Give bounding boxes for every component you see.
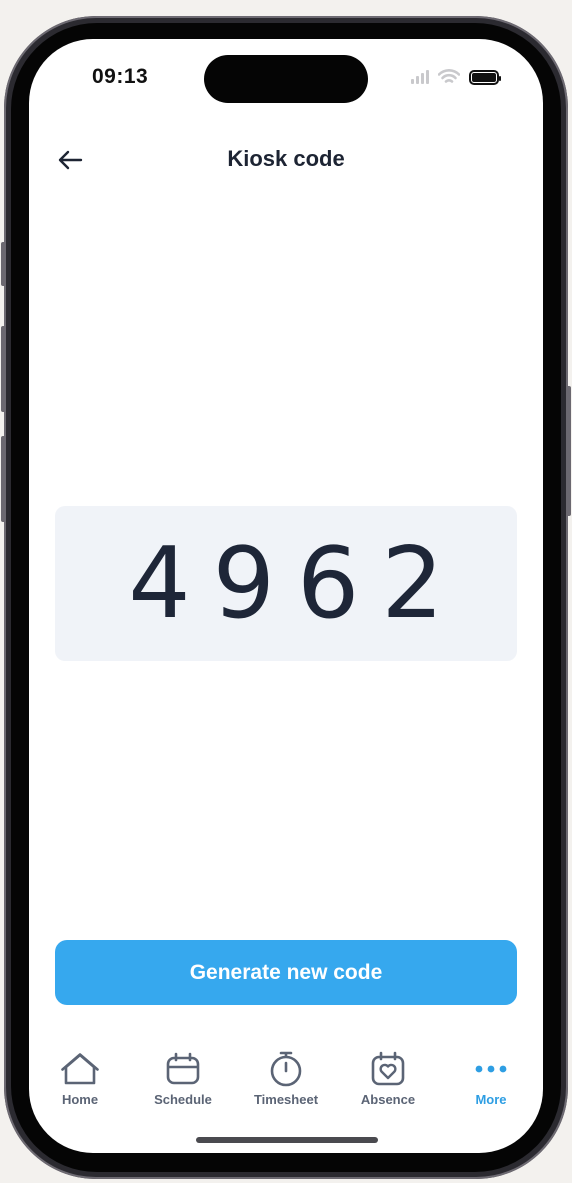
more-dots-icon — [475, 1065, 507, 1073]
wifi-icon — [438, 69, 460, 83]
tab-timesheet[interactable]: Timesheet — [236, 1049, 336, 1107]
tab-more[interactable]: More — [441, 1049, 541, 1107]
kiosk-code-panel: 4962 — [55, 506, 517, 661]
volume-down-button — [1, 436, 6, 522]
tab-absence-label: Absence — [360, 1092, 416, 1107]
bottom-tab-bar: Home Schedule Timesheet Absence More — [29, 1049, 543, 1119]
tab-more-label: More — [475, 1092, 507, 1107]
dynamic-island — [204, 55, 368, 103]
calendar-heart-icon — [371, 1051, 405, 1086]
kiosk-code: 4962 — [128, 526, 466, 641]
home-icon — [61, 1053, 99, 1085]
page-title: Kiosk code — [227, 146, 345, 171]
tab-schedule[interactable]: Schedule — [133, 1049, 233, 1107]
status-icons — [411, 69, 501, 85]
tab-timesheet-label: Timesheet — [253, 1092, 319, 1107]
battery-icon — [469, 69, 501, 85]
action-button — [1, 242, 6, 286]
calendar-icon — [166, 1052, 200, 1085]
tab-home[interactable]: Home — [30, 1049, 130, 1107]
cellular-signal-icon — [411, 70, 429, 84]
app-screen: 09:13 Kiosk code 4962 Generate new code — [29, 39, 543, 1153]
tab-absence[interactable]: Absence — [338, 1049, 438, 1107]
generate-new-code-button[interactable]: Generate new code — [55, 940, 517, 1005]
power-button — [566, 386, 571, 516]
status-time: 09:13 — [92, 65, 149, 88]
tab-home-label: Home — [61, 1092, 99, 1107]
home-indicator[interactable] — [196, 1137, 378, 1143]
tab-schedule-label: Schedule — [154, 1092, 212, 1107]
volume-up-button — [1, 326, 6, 412]
stopwatch-icon — [270, 1051, 302, 1087]
